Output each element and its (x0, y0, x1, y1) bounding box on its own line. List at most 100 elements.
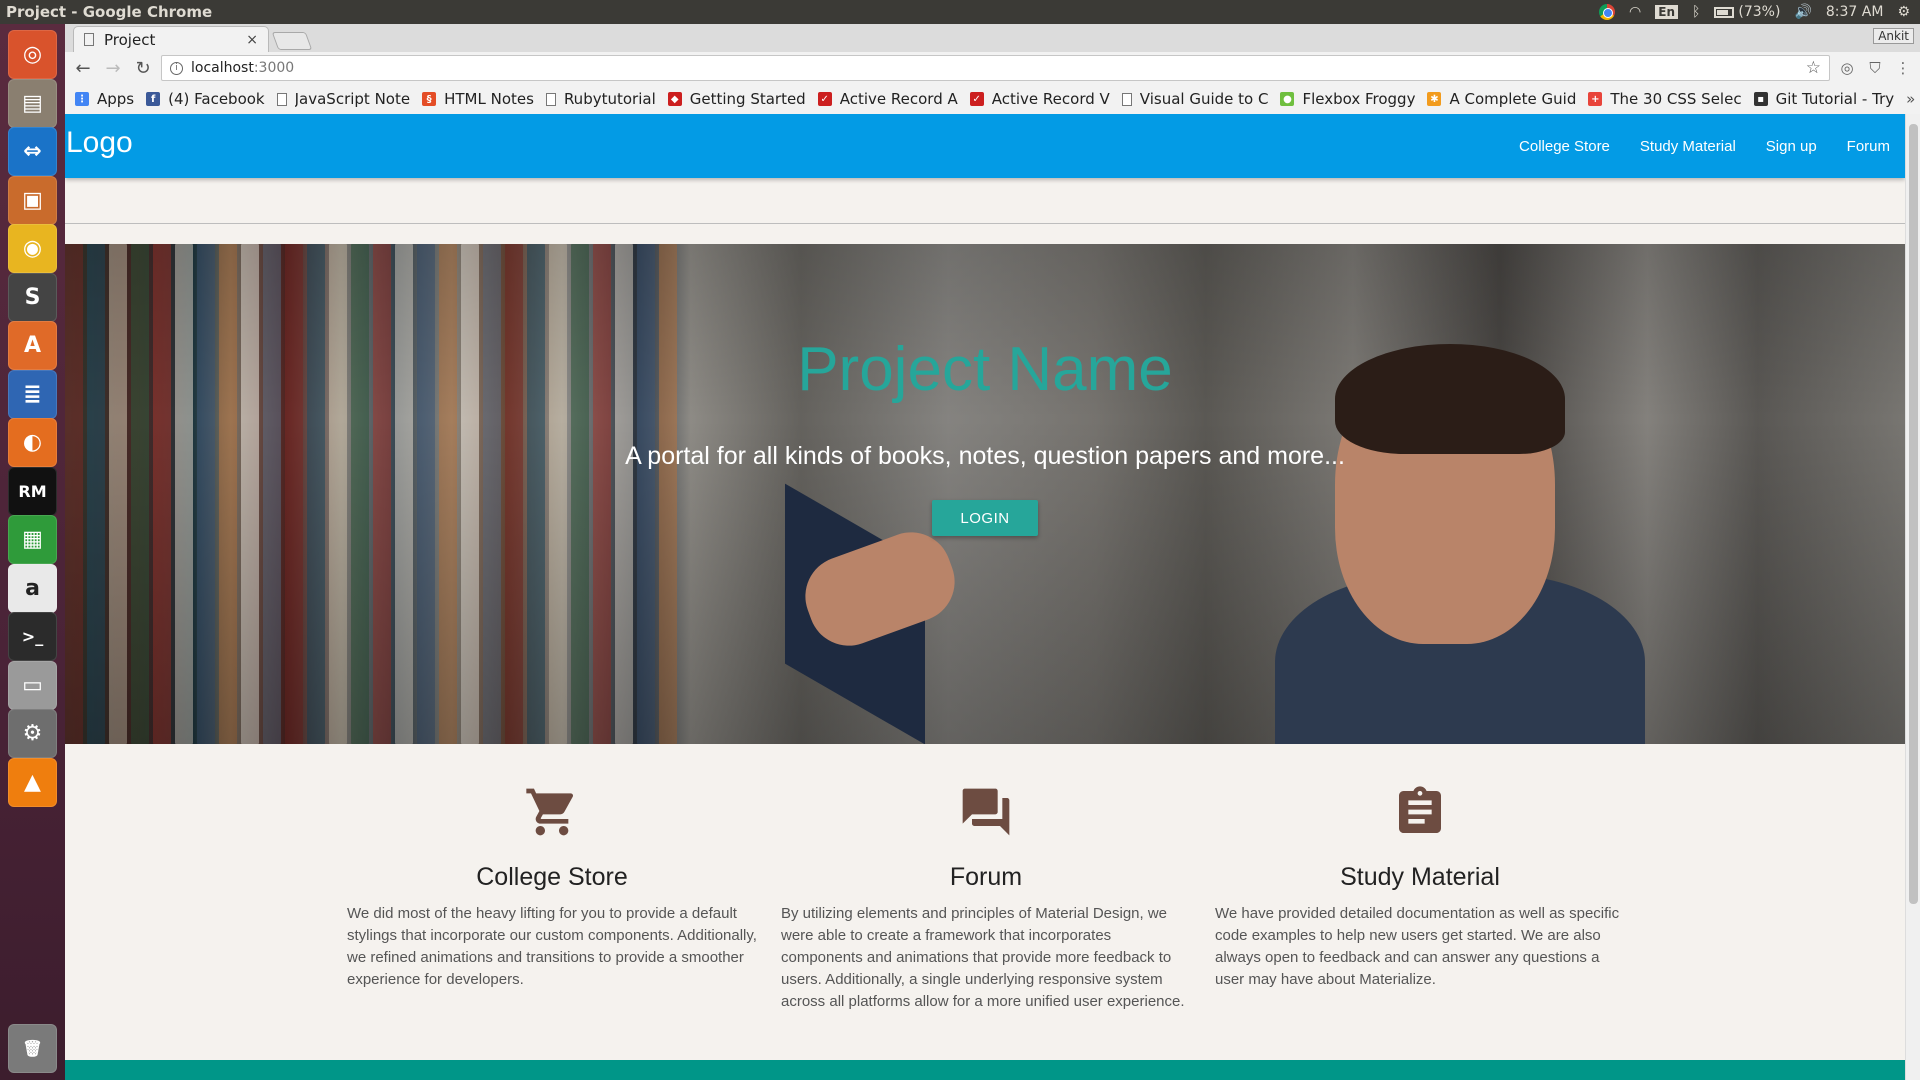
brand-logo[interactable]: Logo (66, 126, 133, 160)
bookmark-item[interactable]: ✓ Active Record V (969, 90, 1110, 108)
drive-icon[interactable]: ▭ (8, 660, 57, 710)
site-info-icon[interactable]: i (170, 61, 183, 75)
facebook-icon: f (146, 92, 161, 106)
extension-icon[interactable]: ◎ (1836, 57, 1858, 79)
plus-box-icon: + (1588, 92, 1603, 106)
wifi-icon[interactable]: ◠ (1629, 4, 1641, 20)
hero-banner: Project Name A portal for all kinds of b… (65, 244, 1905, 744)
bookmark-item[interactable]: § HTML Notes (422, 90, 534, 108)
feature-college-store: College Store We did most of the heavy l… (345, 764, 759, 991)
bookmark-label: Active Record A (839, 90, 958, 108)
bookmark-label: Visual Guide to C (1139, 90, 1269, 108)
os-top-panel: Project - Google Chrome ◠ En ᛒ (73%) 🔊 8… (0, 0, 1920, 24)
rubymine-icon[interactable]: RM (8, 466, 57, 516)
system-gear-icon[interactable]: ⚙ (1897, 4, 1910, 20)
nav-link-sign-up[interactable]: Sign up (1751, 138, 1832, 155)
back-icon[interactable]: ← (71, 56, 95, 80)
login-button[interactable]: LOGIN (932, 500, 1038, 536)
presentation-icon[interactable]: ▣ (8, 175, 57, 225)
site-navbar: Logo College Store Study Material Sign up F… (65, 114, 1905, 178)
software-center-icon[interactable]: A (8, 321, 57, 370)
nav-link-college-store[interactable]: College Store (1504, 138, 1625, 155)
bookmark-label: Git Tutorial - Try (1775, 90, 1895, 108)
bookmark-item[interactable]: ▪ Git Tutorial - Try (1753, 90, 1895, 108)
url-host: localhost (191, 60, 254, 76)
bookmark-label: Flexbox Froggy (1302, 90, 1416, 108)
writer-icon[interactable]: ≣ (8, 369, 57, 419)
rails-icon: ✓ (817, 92, 832, 106)
clock[interactable]: 8:37 AM (1826, 4, 1884, 20)
bookmark-star-icon[interactable]: ☆ (1806, 58, 1821, 78)
nav-link-study-material[interactable]: Study Material (1625, 138, 1751, 155)
sublime-text-icon[interactable]: S (8, 272, 57, 322)
battery-indicator[interactable]: (73%) (1714, 4, 1780, 20)
shopping-cart-icon (345, 764, 759, 840)
window-title: Project - Google Chrome (6, 3, 213, 21)
reload-icon[interactable]: ↻ (131, 56, 155, 80)
page-icon (276, 92, 287, 106)
bookmark-label: Apps (97, 90, 135, 108)
files-icon[interactable]: ▤ (8, 78, 57, 128)
tab-project[interactable]: Project × (73, 26, 269, 52)
volume-icon[interactable]: 🔊 (1794, 4, 1811, 20)
chrome-menu-icon[interactable]: ⋮ (1892, 57, 1914, 79)
bookmark-item[interactable]: ✱ A Complete Guid (1427, 90, 1576, 108)
page-scrollbar[interactable] (1905, 114, 1920, 1080)
ubuntu-dash-icon[interactable]: ◎ (8, 30, 57, 79)
bluetooth-icon[interactable]: ᛒ (1692, 4, 1700, 20)
apps-grid-icon: ⋮ (75, 92, 89, 106)
bookmark-item[interactable]: Visual Guide to C (1121, 90, 1269, 108)
html-notes-icon: § (422, 92, 437, 106)
browser-toolbar: ← → ↻ i localhost:3000 ☆ ◎ ⛉ ⋮ (65, 52, 1920, 84)
page-viewport: Logo College Store Study Material Sign up F… (65, 114, 1905, 1080)
firefox-icon[interactable]: ◐ (8, 418, 57, 467)
teamviewer-icon[interactable]: ⇔ (8, 127, 57, 176)
bookmark-item[interactable]: ✓ Active Record A (817, 90, 958, 108)
calc-icon[interactable]: ▦ (8, 515, 57, 564)
amazon-icon[interactable]: a (8, 563, 57, 613)
page-footer (65, 1060, 1905, 1080)
keyboard-layout-indicator[interactable]: En (1655, 5, 1678, 19)
bookmark-item[interactable]: ◆ Getting Started (667, 90, 806, 108)
bookmark-item[interactable]: ● Flexbox Froggy (1280, 90, 1415, 108)
chrome-indicator-icon[interactable] (1599, 4, 1616, 20)
unity-launcher: ◎ ▤ ⇔ ▣ ◉ S A ≣ ◐ RM ▦ a >_ ▭ ⚙ ▲ 🗑 (0, 24, 65, 1080)
hero-subtitle: A portal for all kinds of books, notes, … (625, 442, 1345, 470)
shield-extension-icon[interactable]: ⛉ (1864, 57, 1886, 79)
bookmark-label: (4) Facebook (168, 90, 265, 108)
nav-link-forum[interactable]: Forum (1832, 138, 1905, 155)
profile-button[interactable]: Ankit (1873, 28, 1914, 44)
bookmark-label: Getting Started (689, 90, 806, 108)
bookmarks-overflow-button[interactable]: » (1906, 90, 1915, 108)
forward-icon[interactable]: → (101, 56, 125, 80)
vlc-icon[interactable]: ▲ (8, 757, 57, 807)
bookmark-item[interactable]: ⋮ Apps (75, 90, 134, 108)
settings-icon[interactable]: ⚙ (8, 709, 57, 758)
bookmark-label: A Complete Guid (1449, 90, 1577, 108)
ruby-icon: ◆ (667, 92, 682, 106)
close-tab-icon[interactable]: × (246, 32, 258, 48)
bookmark-label: Rubytutorial (563, 90, 656, 108)
trash-icon[interactable]: 🗑 (8, 1024, 57, 1073)
feature-title: Study Material (1340, 863, 1500, 891)
page-icon (545, 92, 556, 106)
scrollbar-thumb[interactable] (1909, 124, 1918, 904)
terminal-icon[interactable]: >_ (8, 612, 57, 661)
bookmark-item[interactable]: f (4) Facebook (146, 90, 265, 108)
bookmark-label: Active Record V (991, 90, 1110, 108)
hero-title: Project Name (797, 335, 1173, 404)
forum-icon (779, 764, 1193, 840)
battery-icon (1714, 6, 1735, 18)
bookmark-item[interactable]: JavaScript Note (276, 90, 410, 108)
system-tray: ◠ En ᛒ (73%) 🔊 8:37 AM ⚙ (1599, 4, 1920, 20)
bookmark-item[interactable]: + The 30 CSS Selec (1588, 90, 1742, 108)
bookmark-item[interactable]: Rubytutorial (545, 90, 656, 108)
feature-text: We have provided detailed documentation … (1215, 905, 1620, 988)
address-bar[interactable]: i localhost:3000 ☆ (161, 55, 1830, 81)
battery-percent: (73%) (1738, 4, 1781, 20)
chrome-icon[interactable]: ◉ (8, 224, 57, 273)
frog-icon: ● (1280, 92, 1295, 106)
new-tab-button[interactable] (271, 32, 313, 50)
features-section: College Store We did most of the heavy l… (65, 764, 1905, 1014)
page-icon (1121, 92, 1132, 106)
